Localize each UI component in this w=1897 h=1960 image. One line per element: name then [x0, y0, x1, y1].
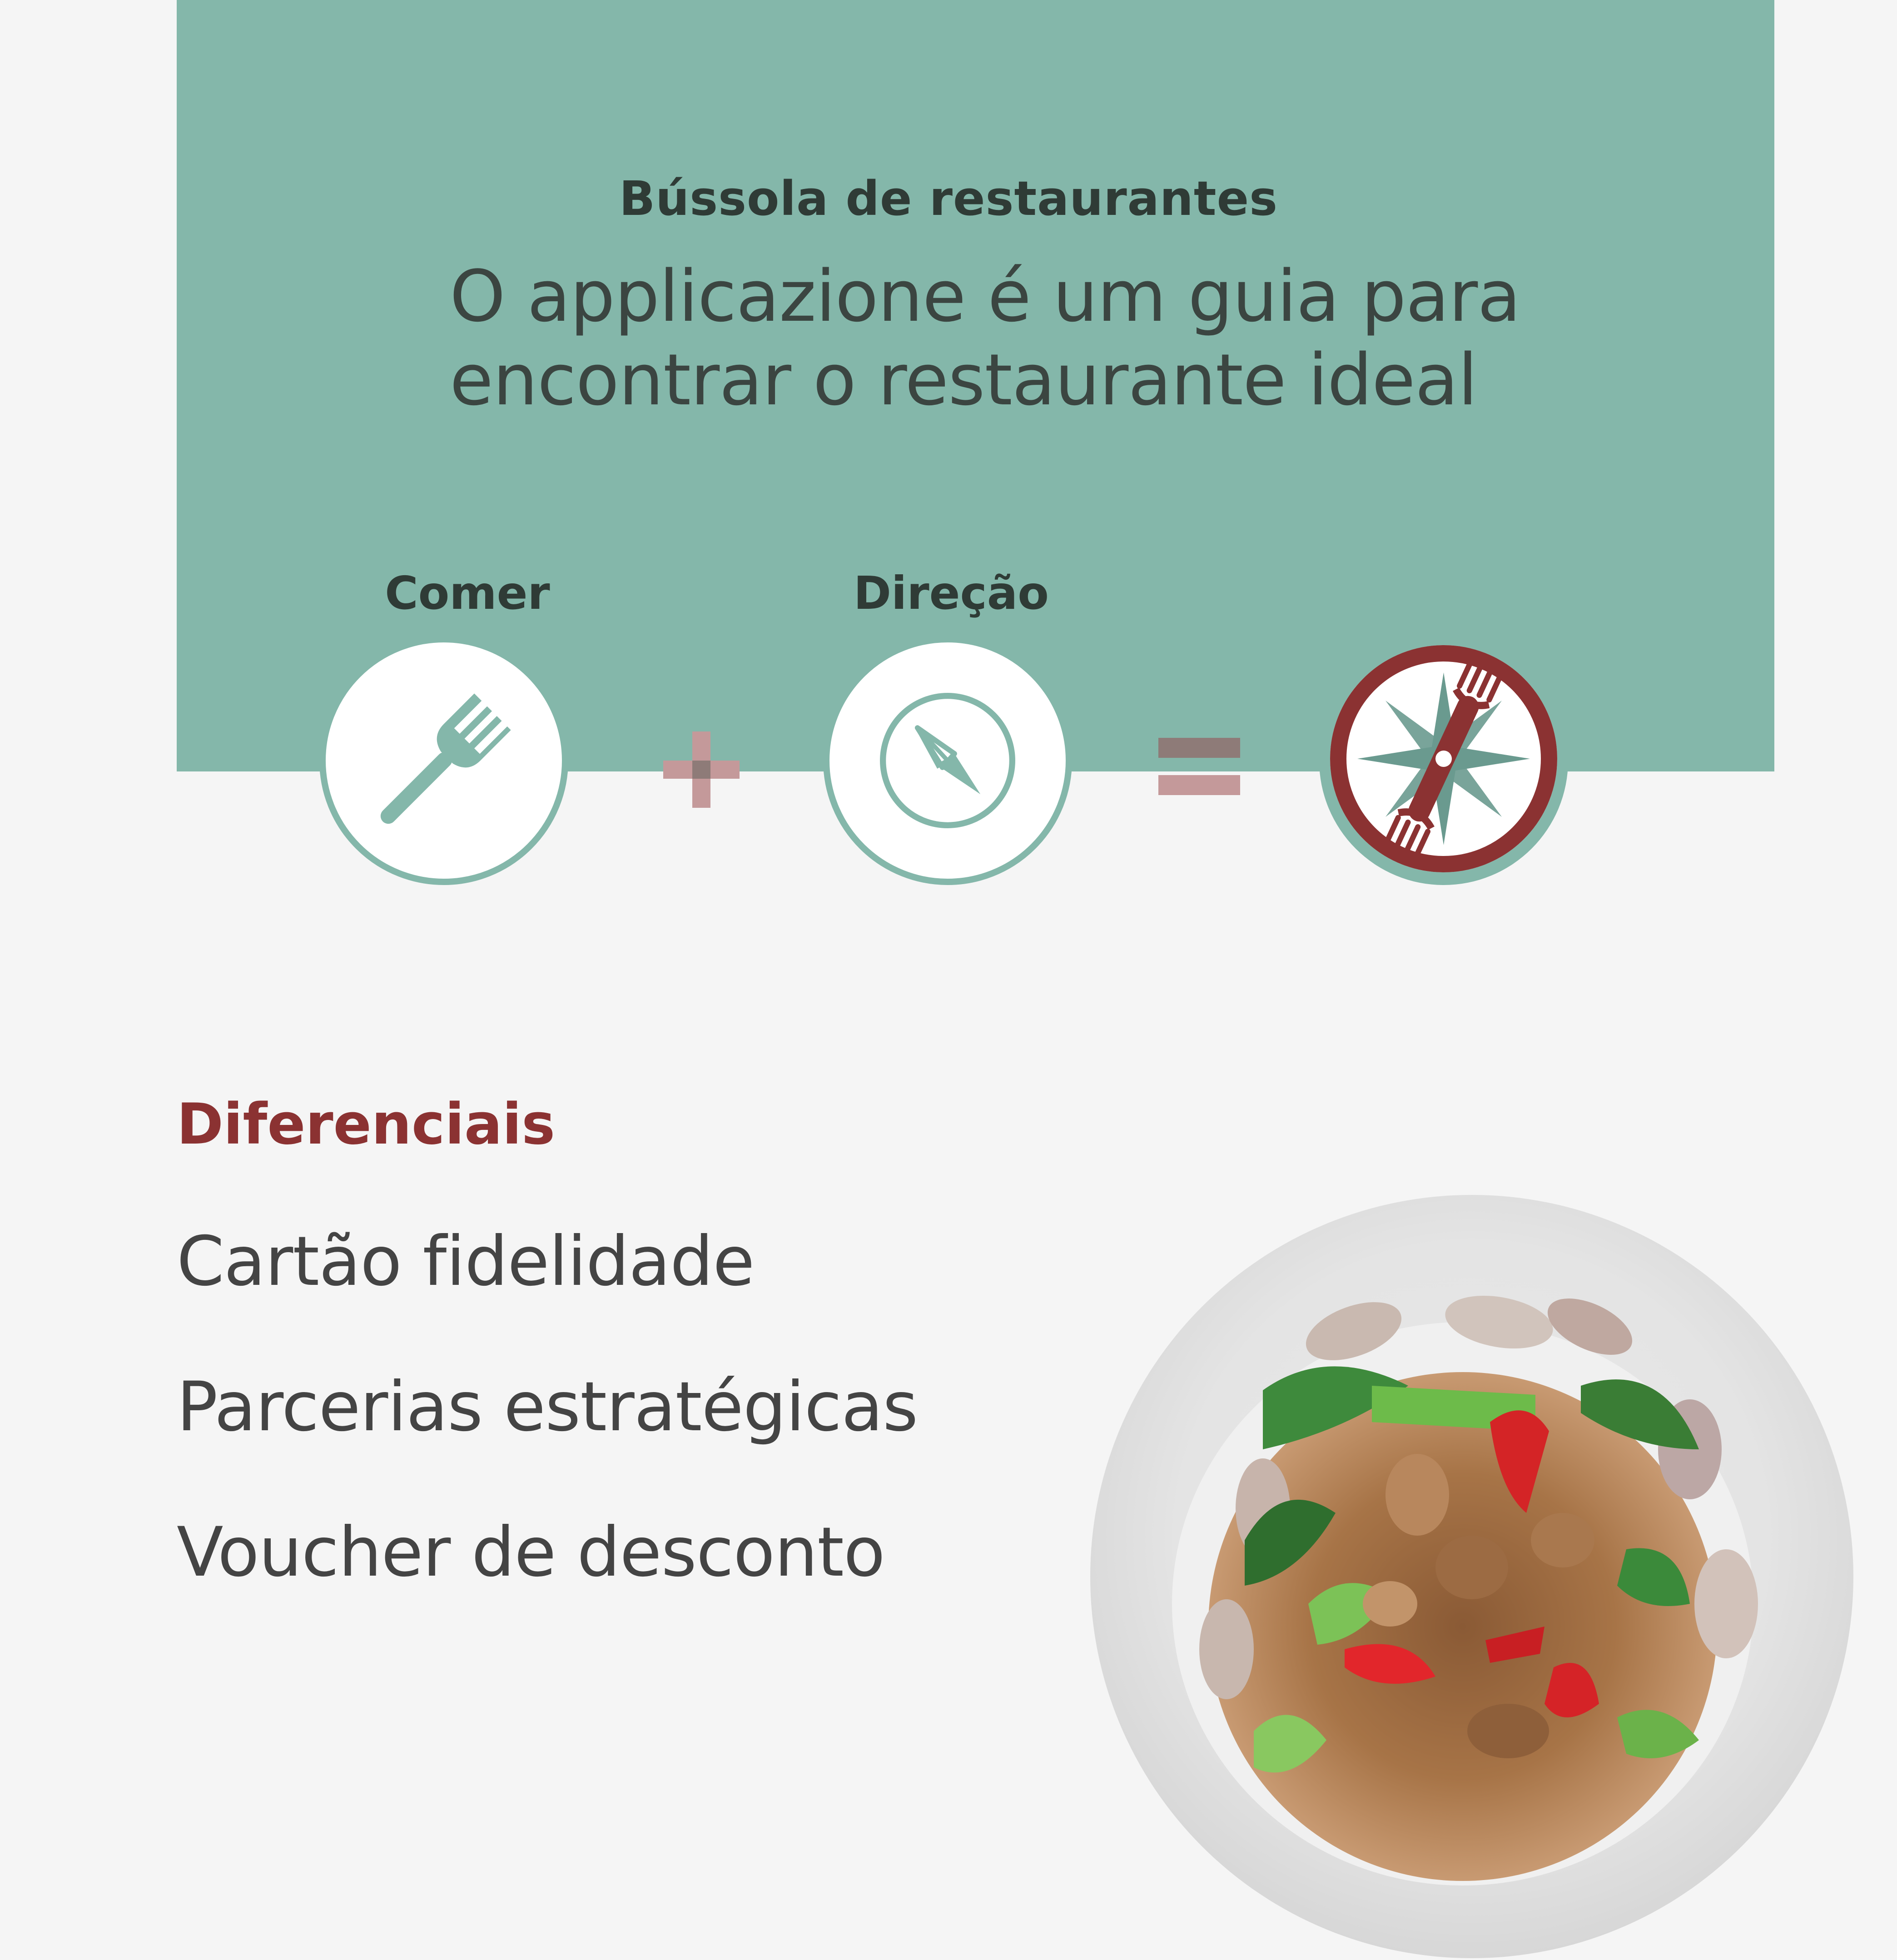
list-item: Cartão fidelidade: [177, 1222, 755, 1301]
fork-icon: [380, 693, 511, 824]
tagline-line-2: encontrar o restaurante ideal: [450, 338, 1478, 421]
differentials-heading: Diferenciais: [177, 1092, 556, 1157]
result-logo-circle: [1319, 636, 1568, 885]
compass-circle: [823, 636, 1072, 885]
tagline-line-1: O applicazione é um guia para: [450, 255, 1521, 338]
list-item: Parcerias estratégicas: [177, 1368, 918, 1447]
plus-icon: [663, 731, 740, 808]
fork-circle: [319, 636, 568, 885]
fork-compass-logo-icon: [1325, 642, 1563, 880]
step-label-comer: Comer: [385, 567, 550, 620]
differentials-list: Cartão fidelidade Parcerias estratégicas…: [177, 1222, 918, 1658]
compass-icon: [880, 693, 1015, 828]
equals-icon: [1158, 736, 1240, 797]
tagline: O applicazione é um guia para encontrar …: [450, 254, 1521, 422]
step-label-direcao: Direção: [854, 567, 1049, 620]
app-name: Bússola de restaurantes: [619, 171, 1278, 226]
dish-photo: [1090, 1195, 1853, 1958]
list-item: Voucher de desconto: [177, 1513, 885, 1592]
